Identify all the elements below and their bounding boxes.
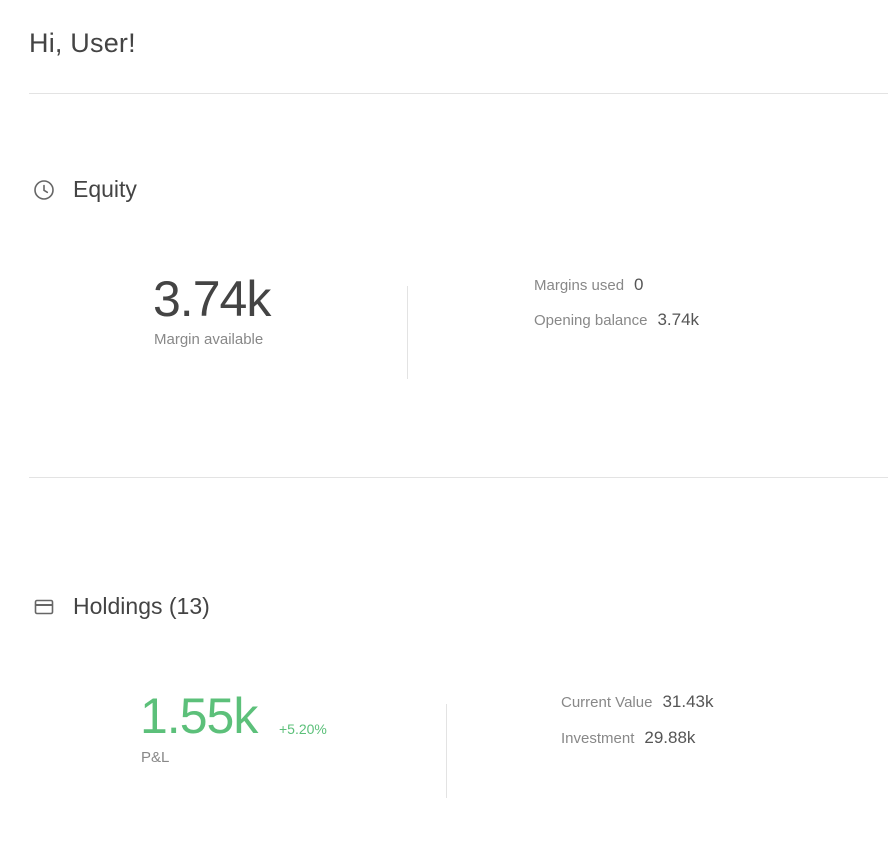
current-value-row: Current Value 31.43k: [561, 692, 713, 712]
greeting-title: Hi, User!: [29, 28, 136, 58]
pnl-change: +5.20%: [279, 721, 327, 737]
equity-title-label: Equity: [73, 176, 137, 202]
pnl-value: 1.55k: [140, 688, 258, 744]
margin-available-value: 3.74k: [153, 271, 271, 327]
opening-balance-label: Opening balance: [534, 312, 648, 329]
dashboard-page: Hi, User! Equity 3.74k Margin available …: [0, 0, 888, 858]
holdings-section-title: Holdings (13): [33, 593, 210, 620]
clock-icon: [33, 179, 55, 201]
investment-value: 29.88k: [644, 728, 696, 747]
opening-balance-value: 3.74k: [657, 310, 700, 329]
current-value-label: Current Value: [561, 694, 653, 711]
header-divider: [29, 93, 888, 94]
margin-available-label: Margin available: [154, 331, 264, 348]
opening-balance-row: Opening balance 3.74k: [534, 310, 699, 330]
investment-row: Investment 29.88k: [561, 728, 695, 748]
pnl-label: P&L: [141, 749, 170, 766]
equity-vertical-divider: [407, 286, 408, 379]
current-value-value: 31.43k: [662, 692, 714, 711]
holdings-vertical-divider: [446, 704, 447, 798]
section-divider: [29, 477, 888, 478]
equity-section-title: Equity: [33, 176, 137, 203]
investment-label: Investment: [561, 730, 635, 747]
margins-used-label: Margins used: [534, 277, 625, 294]
margins-used-value: 0: [634, 275, 644, 294]
margins-used-row: Margins used 0: [534, 275, 644, 295]
holdings-title-label: Holdings (13): [73, 593, 210, 619]
card-icon: [33, 596, 55, 618]
